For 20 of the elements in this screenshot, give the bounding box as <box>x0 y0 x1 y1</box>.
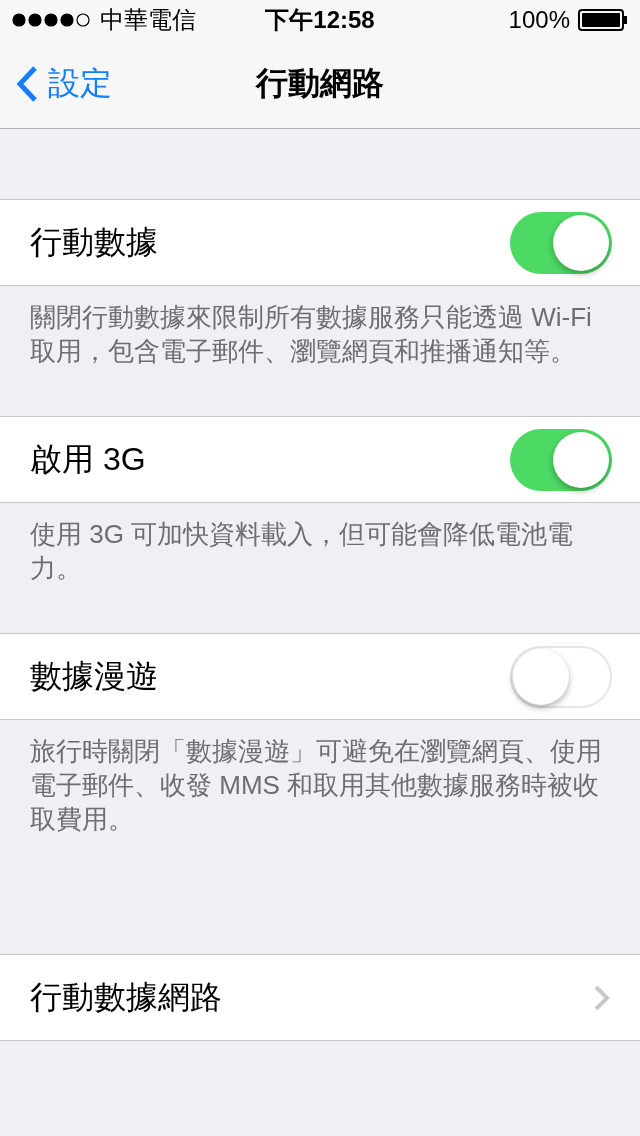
chevron-right-icon <box>594 984 610 1011</box>
nav-title: 行動網路 <box>256 64 384 103</box>
chevron-left-icon <box>16 65 38 103</box>
signal-icon <box>12 13 92 27</box>
row-label: 啟用 3G <box>30 439 146 479</box>
battery-percent: 100% <box>508 6 570 34</box>
settings-row[interactable]: 行動數據網路 <box>0 954 640 1041</box>
battery-icon <box>578 9 628 31</box>
row-label: 行動數據網路 <box>30 977 222 1017</box>
section-footer-text: 使用 3G 可加快資料載入，但可能會降低電池電力。 <box>29 518 575 585</box>
row-label: 數據漫遊 <box>30 656 158 696</box>
section-footer-text: 旅行時關閉「數據漫遊」可避免在瀏覽網頁、使用電子郵件、收發 MMS 和取用其他數據服務時被收取費用。 <box>29 735 603 836</box>
toggle-switch[interactable] <box>510 428 612 491</box>
toggle-switch[interactable] <box>510 645 612 708</box>
row-label: 行動數據 <box>30 222 158 262</box>
carrier-name: 中華電信 <box>100 5 196 35</box>
section-footer-text: 關閉行動數據來限制所有數據服務只能透過 Wi-Fi 取用，包含電子郵件、瀏覽網頁和推播通知等。 <box>29 301 593 368</box>
back-button[interactable]: 設定 <box>0 62 112 106</box>
toggle-switch[interactable] <box>510 211 612 274</box>
status-time: 下午12:58 <box>265 5 375 35</box>
